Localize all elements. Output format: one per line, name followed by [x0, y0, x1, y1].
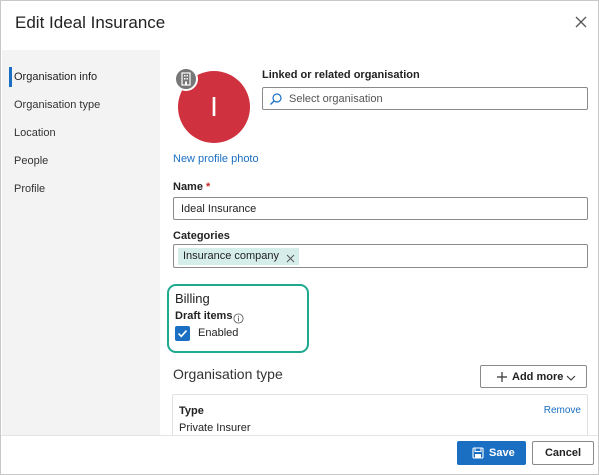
enabled-label: Enabled [198, 327, 239, 339]
save-label: Save [489, 447, 515, 459]
add-more-label: Add more [512, 371, 564, 383]
name-label: Name * [173, 181, 210, 193]
type-label: Type [179, 405, 204, 417]
sidebar-item-organisation-info[interactable]: Organisation info [2, 64, 160, 90]
linked-org-input[interactable] [289, 90, 579, 107]
building-icon [174, 67, 198, 91]
name-input[interactable] [173, 197, 588, 220]
edit-organisation-dialog: Edit Ideal Insurance Organisation info O… [0, 0, 599, 475]
categories-label: Categories [173, 230, 230, 242]
save-icon [472, 447, 484, 459]
footer-divider [1, 435, 598, 436]
organisation-type-heading: Organisation type [173, 366, 283, 382]
chevron-down-icon [566, 373, 576, 381]
enabled-checkbox[interactable] [175, 326, 190, 341]
sidebar-item-location[interactable]: Location [2, 120, 160, 146]
add-more-button[interactable]: Add more [480, 365, 587, 388]
sidebar-nav: Organisation info Organisation type Loca… [2, 50, 160, 436]
remove-type-link[interactable]: Remove [544, 405, 581, 416]
linked-org-label: Linked or related organisation [262, 69, 420, 81]
billing-title: Billing [175, 291, 210, 306]
info-icon[interactable] [233, 311, 244, 324]
remove-tag-icon[interactable] [286, 252, 295, 263]
check-icon [177, 330, 188, 338]
search-icon [269, 92, 283, 106]
categories-field[interactable]: Insurance company [173, 244, 588, 268]
dialog-header: Edit Ideal Insurance [1, 1, 598, 45]
form-content: I Linked or related organisation New pro… [160, 45, 598, 435]
type-value: Private Insurer [179, 422, 251, 434]
close-icon[interactable] [571, 12, 591, 32]
name-label-text: Name [173, 181, 203, 193]
dialog-title: Edit Ideal Insurance [15, 13, 166, 32]
sidebar-item-people[interactable]: People [2, 148, 160, 174]
category-tag: Insurance company [178, 248, 299, 265]
organisation-type-card: Type Private Insurer Remove [172, 394, 588, 435]
new-profile-photo-link[interactable]: New profile photo [173, 153, 259, 165]
sidebar-item-organisation-type[interactable]: Organisation type [2, 92, 160, 118]
cancel-button[interactable]: Cancel [532, 441, 594, 465]
category-tag-label: Insurance company [183, 250, 279, 262]
linked-org-select[interactable] [262, 87, 588, 110]
sidebar-item-profile[interactable]: Profile [2, 176, 160, 202]
billing-section: Billing Draft items Enabled [167, 284, 309, 353]
draft-items-label: Draft items [175, 310, 233, 322]
required-marker: * [206, 181, 211, 193]
plus-icon [496, 371, 508, 383]
save-button[interactable]: Save [457, 441, 526, 465]
